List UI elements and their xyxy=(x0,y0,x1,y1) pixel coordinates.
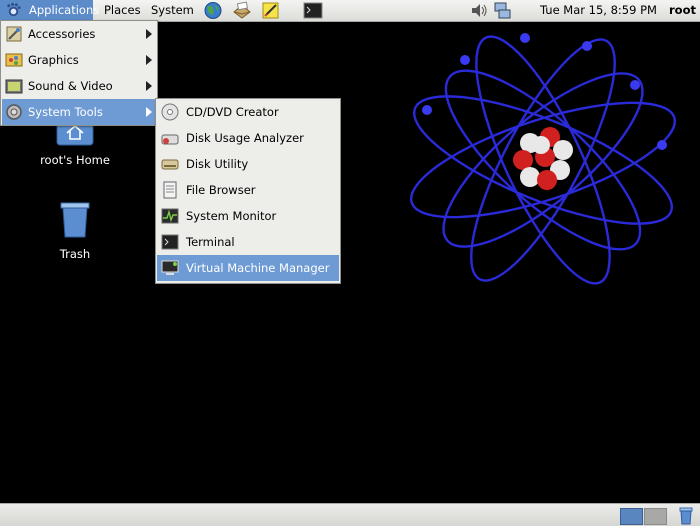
virtual-machine-icon xyxy=(161,260,179,275)
menu-item-label: System Tools xyxy=(28,105,103,119)
menu-item-file-browser[interactable]: File Browser xyxy=(157,177,339,203)
system-tools-icon xyxy=(6,104,22,120)
menu-item-label: File Browser xyxy=(186,183,256,197)
applications-label: Applications xyxy=(29,3,100,17)
atom-wallpaper xyxy=(409,33,677,285)
file-browser-icon xyxy=(163,181,177,199)
menu-item-label: Terminal xyxy=(186,235,235,249)
menu-item-cd-dvd-creator[interactable]: CD/DVD Creator xyxy=(157,99,339,125)
menu-item-terminal[interactable]: Terminal xyxy=(157,229,339,255)
menu-item-system-tools[interactable]: System Tools xyxy=(2,99,156,125)
menu-item-sound-video[interactable]: Sound & Video xyxy=(2,73,156,99)
menu-item-disk-utility[interactable]: Disk Utility xyxy=(157,151,339,177)
menu-item-label: System Monitor xyxy=(186,209,277,223)
gnome-foot-icon xyxy=(7,2,21,17)
menu-item-accessories[interactable]: Accessories xyxy=(2,21,156,47)
network-status-icon[interactable] xyxy=(492,1,512,20)
web-browser-icon[interactable] xyxy=(203,1,223,20)
applications-menu-button[interactable]: Applications xyxy=(0,0,99,21)
user-name[interactable]: root xyxy=(669,0,696,20)
disk-utility-icon xyxy=(161,159,179,170)
trash-icon xyxy=(60,202,90,238)
terminal-launcher-icon[interactable] xyxy=(303,1,323,20)
menu-item-system-monitor[interactable]: System Monitor xyxy=(157,203,339,229)
accessories-icon xyxy=(6,26,22,42)
notes-editor-icon[interactable] xyxy=(261,1,281,20)
menu-item-disk-usage-analyzer[interactable]: Disk Usage Analyzer xyxy=(157,125,339,151)
email-client-icon[interactable] xyxy=(232,1,252,20)
system-tools-submenu: CD/DVD Creator Disk Usage Analyzer Disk … xyxy=(155,98,341,284)
trash-desktop-icon[interactable]: Trash xyxy=(25,200,125,261)
menu-item-label: Accessories xyxy=(28,27,96,41)
clock[interactable]: Tue Mar 15, 8:59 PM xyxy=(540,0,657,20)
menu-item-label: Disk Usage Analyzer xyxy=(186,131,304,145)
home-folder-label: root's Home xyxy=(40,153,110,167)
cd-dvd-icon xyxy=(161,103,179,121)
submenu-arrow-icon xyxy=(146,55,152,65)
menu-item-label: Virtual Machine Manager xyxy=(186,261,330,275)
menu-item-label: Sound & Video xyxy=(28,79,113,93)
submenu-arrow-icon xyxy=(146,29,152,39)
workspace-2-button[interactable] xyxy=(644,508,667,525)
menu-item-label: Graphics xyxy=(28,53,79,67)
terminal-icon xyxy=(161,234,179,250)
bottom-panel xyxy=(0,503,700,526)
system-monitor-icon xyxy=(161,208,179,224)
applications-dropdown-menu: Accessories Graphics Sound & Video Syste… xyxy=(0,20,158,126)
sound-video-icon xyxy=(5,79,23,94)
trash-label: Trash xyxy=(59,247,91,261)
system-menu-button[interactable]: System xyxy=(146,0,199,21)
disk-usage-icon xyxy=(161,134,179,145)
places-menu-button[interactable]: Places xyxy=(99,0,146,21)
menu-item-graphics[interactable]: Graphics xyxy=(2,47,156,73)
top-panel: Applications Places System Tue Mar 15, 8… xyxy=(0,0,700,22)
menu-item-virtual-machine-manager[interactable]: Virtual Machine Manager xyxy=(157,255,339,281)
menu-item-label: CD/DVD Creator xyxy=(186,105,279,119)
workspace-1-button[interactable] xyxy=(620,508,643,525)
graphics-icon xyxy=(5,53,23,67)
menu-item-label: Disk Utility xyxy=(186,157,249,171)
submenu-arrow-icon xyxy=(146,107,152,117)
volume-icon[interactable] xyxy=(469,1,489,20)
trash-applet-icon[interactable] xyxy=(677,507,695,525)
submenu-arrow-icon xyxy=(146,81,152,91)
